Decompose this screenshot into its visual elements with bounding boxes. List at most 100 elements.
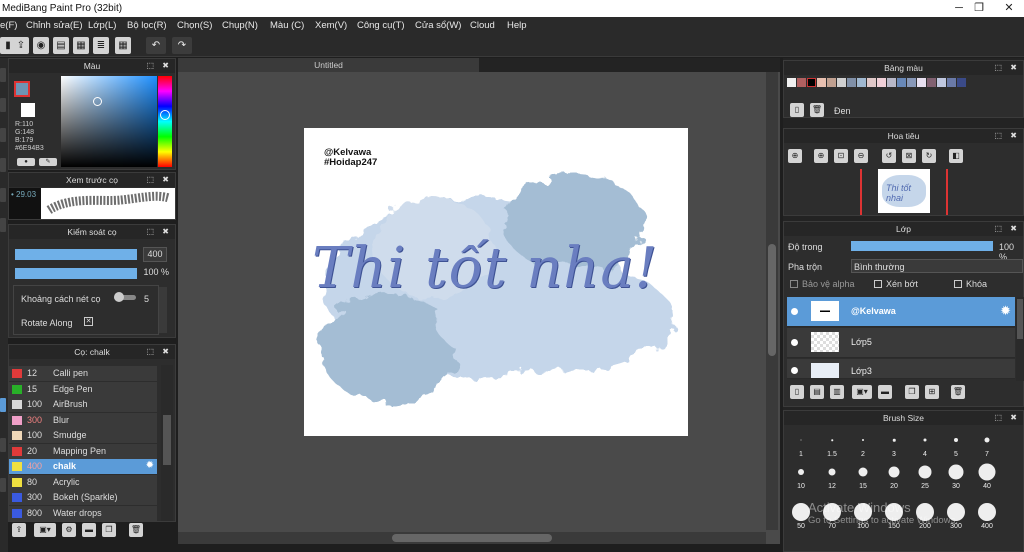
hue-slider[interactable] — [158, 76, 172, 167]
menu-tools[interactable]: Công cụ(T) — [357, 20, 405, 31]
restore-icon[interactable]: ❐ — [970, 1, 988, 15]
duplicate-layer-icon[interactable]: ❐ — [905, 385, 919, 399]
page-icon[interactable]: ▦ — [73, 37, 89, 54]
menu-edit[interactable]: Chỉnh sửa(E) — [26, 20, 83, 31]
brush-size-option[interactable]: 400 — [972, 501, 1002, 531]
comment-icon[interactable]: ◉ — [33, 37, 49, 54]
protect-alpha-checkbox[interactable] — [790, 280, 798, 288]
blend-mode-select[interactable]: Bình thường — [851, 259, 1023, 273]
background-color-swatch[interactable] — [21, 103, 35, 117]
flip-icon[interactable]: ◧ — [949, 149, 963, 163]
palette-swatch[interactable] — [827, 78, 836, 87]
brush-item[interactable]: 300 Blur — [9, 413, 157, 428]
brush-size-option[interactable]: 7 — [972, 429, 1002, 459]
brush-size-option[interactable]: 5 — [941, 429, 971, 459]
navigator-viewport[interactable]: Thi tốt nhai — [860, 169, 948, 215]
brush-size-option[interactable]: 30 — [941, 461, 971, 491]
brush-size-option[interactable]: 1.5 — [817, 429, 847, 459]
brush-list-scrollbar[interactable] — [161, 365, 173, 521]
fit-icon[interactable]: ⊡ — [834, 149, 848, 163]
layer-row[interactable]: Lớp5 — [787, 328, 1015, 358]
close-icon[interactable]: ✕ — [1000, 1, 1018, 15]
menu-window[interactable]: Cửa sổ(W) — [415, 20, 461, 31]
brush-size-option[interactable]: 300 — [941, 501, 971, 531]
brush-control-scrollbar[interactable] — [159, 287, 167, 333]
tool-button[interactable] — [0, 218, 6, 232]
palette-swatch[interactable] — [877, 78, 886, 87]
canvas-area[interactable]: @Kelvawa #Hoidap247 Thi tốt nha! — [178, 72, 780, 544]
palette-swatch[interactable] — [847, 78, 856, 87]
rotate-left-icon[interactable]: ↺ — [882, 149, 896, 163]
tool-button[interactable] — [0, 438, 6, 452]
layer-row[interactable]: Lớp3 — [787, 359, 1015, 379]
palette-swatch[interactable] — [907, 78, 916, 87]
duplicate-icon[interactable]: ❐ — [102, 523, 116, 537]
brush-item[interactable]: 100 Smudge — [9, 428, 157, 443]
folder-icon[interactable]: ▬ — [82, 523, 96, 537]
redo-icon[interactable]: ↷ — [172, 37, 192, 54]
add-color-icon[interactable]: ▯ — [790, 103, 804, 117]
spacing-slider-handle[interactable] — [114, 292, 124, 302]
palette-swatch[interactable] — [837, 78, 846, 87]
layer-visibility-icon[interactable] — [791, 308, 798, 315]
panel-controls-icon[interactable]: ⬚ ✖ — [147, 59, 172, 73]
fit-window-icon[interactable]: ⊠ — [902, 149, 916, 163]
brush-size-option[interactable]: 40 — [972, 461, 1002, 491]
tool-button[interactable] — [0, 98, 6, 112]
horizontal-scroll-thumb[interactable] — [392, 534, 552, 542]
layers-scrollbar[interactable] — [1016, 297, 1024, 381]
hue-slider-handle[interactable] — [160, 110, 170, 120]
zoom-in-icon[interactable]: ⊕ — [788, 149, 802, 163]
layer-folder-icon[interactable]: ▬ — [878, 385, 892, 399]
palette-swatch[interactable] — [957, 78, 966, 87]
brush-size-slider[interactable] — [15, 249, 137, 260]
panel-controls-icon[interactable]: ⬚ ✖ — [995, 222, 1020, 236]
rotate-along-checkbox[interactable]: ✕ — [84, 317, 93, 326]
palette-swatch[interactable] — [817, 78, 826, 87]
brush-size-option[interactable]: 4 — [910, 429, 940, 459]
panel-controls-icon[interactable]: ⬚ ✖ — [147, 225, 172, 239]
menu-select[interactable]: Chọn(S) — [177, 20, 212, 31]
color-picker-square[interactable] — [61, 76, 157, 167]
brush-size-option[interactable]: 20 — [879, 461, 909, 491]
panel-controls-icon[interactable]: ⬚ ✖ — [147, 345, 172, 359]
brush-item[interactable]: 20 Mapping Pen — [9, 444, 157, 459]
brush-list-scroll-thumb[interactable] — [163, 415, 171, 465]
chat-icon[interactable]: ▤ — [53, 37, 69, 54]
canvas-horizontal-scrollbar[interactable] — [178, 532, 766, 544]
tool-button-active[interactable] — [0, 398, 6, 412]
brush-item[interactable]: 80 Acrylic — [9, 475, 157, 490]
tool-button[interactable] — [0, 128, 6, 142]
palette-swatch[interactable] — [787, 78, 796, 87]
document-tab[interactable]: Untitled — [178, 58, 479, 72]
palette-swatch[interactable] — [797, 78, 806, 87]
trash-icon[interactable]: 🗑 — [129, 523, 143, 537]
palette-swatch[interactable] — [887, 78, 896, 87]
upload-icon[interactable]: ⇪ — [13, 37, 29, 54]
brush-size-option[interactable]: 3 — [879, 429, 909, 459]
add-brush-icon[interactable]: ⇪ — [12, 523, 26, 537]
brush-size-option[interactable]: 150 — [879, 501, 909, 531]
brush-item[interactable]: 15 Edge Pen — [9, 382, 157, 397]
brush-settings-icon[interactable]: ⚙ — [62, 523, 76, 537]
eyedropper-icon[interactable]: ✎ — [39, 158, 57, 166]
brush-item[interactable]: 100 AirBrush — [9, 397, 157, 412]
tool-button[interactable] — [0, 68, 6, 82]
palette-swatch[interactable] — [917, 78, 926, 87]
tool-button[interactable] — [0, 478, 6, 492]
brush-size-option[interactable]: 12 — [817, 461, 847, 491]
brush-size-option[interactable]: 50 — [786, 501, 816, 531]
layer-visibility-icon[interactable] — [791, 339, 798, 346]
tool-button[interactable] — [0, 188, 6, 202]
menu-cloud[interactable]: Cloud — [470, 20, 495, 31]
tool-button[interactable] — [0, 158, 6, 172]
layer-opacity-slider[interactable] — [851, 241, 993, 251]
palette-swatch[interactable] — [867, 78, 876, 87]
panel-controls-icon[interactable]: ⬚ ✖ — [147, 173, 172, 187]
undo-icon[interactable]: ↶ — [146, 37, 166, 54]
brush-size-value[interactable]: 400 — [143, 247, 167, 262]
list-icon[interactable]: ≣ — [93, 37, 109, 54]
canvas-page[interactable]: @Kelvawa #Hoidap247 Thi tốt nha! — [304, 128, 688, 436]
layer-settings-gear-icon[interactable]: ✹ — [1000, 303, 1011, 319]
zoom-plus-icon[interactable]: ⊕ — [814, 149, 828, 163]
